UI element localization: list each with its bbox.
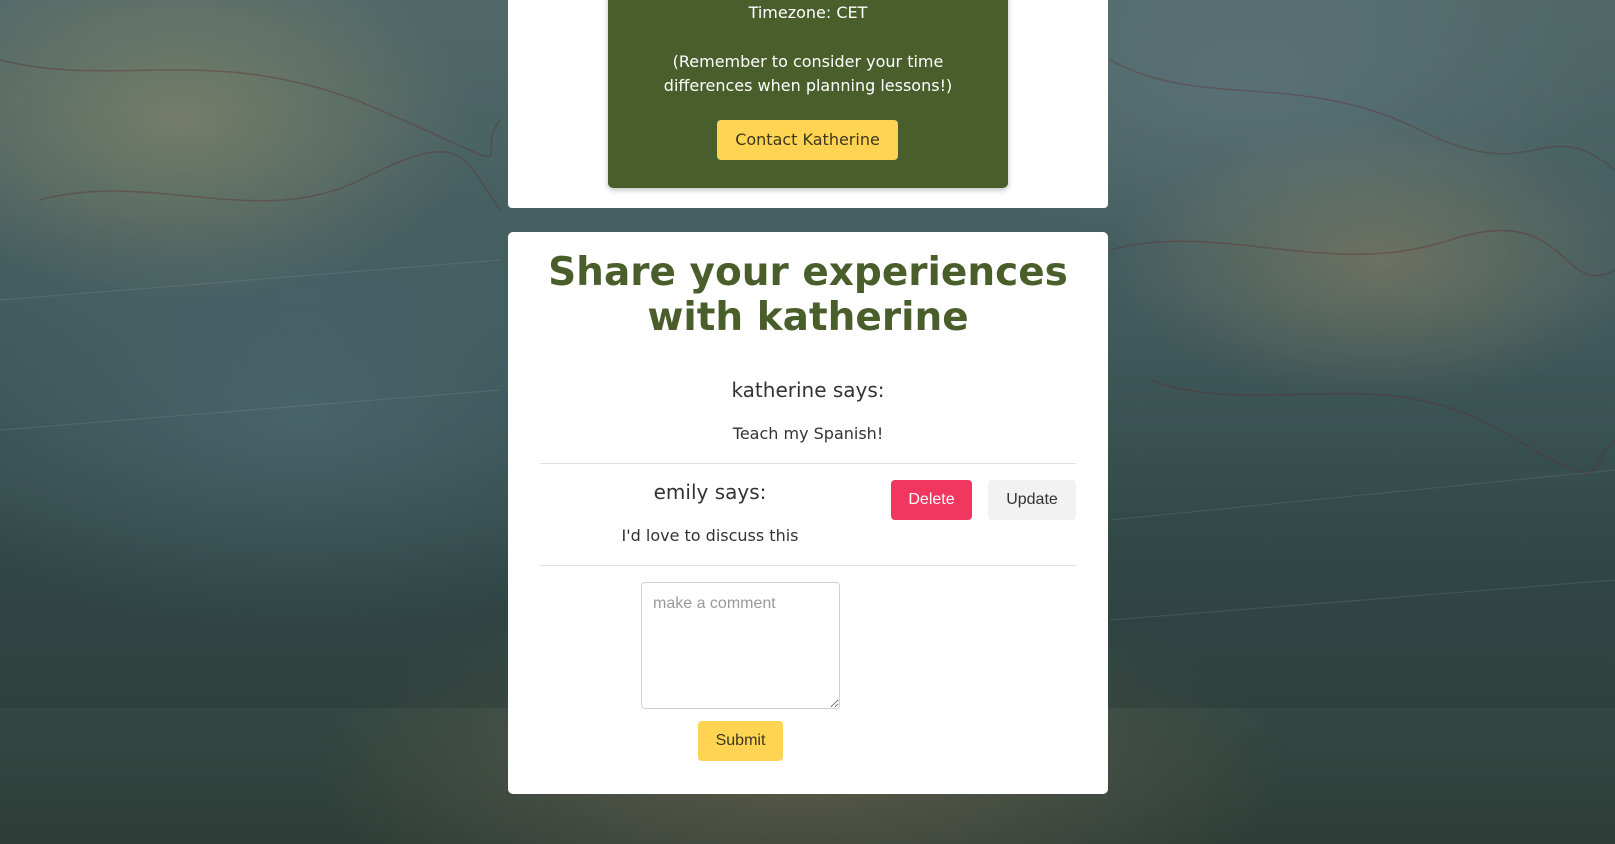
comments-heading: Share your experiences with katherine	[548, 250, 1068, 340]
comment-author: emily says:	[653, 480, 767, 504]
comment-input[interactable]	[641, 582, 840, 709]
update-comment-button[interactable]: Update	[988, 480, 1076, 520]
profile-info-panel: Timezone: CET (Remember to consider your…	[608, 0, 1008, 188]
profile-card: Timezone: CET (Remember to consider your…	[508, 0, 1108, 208]
comment-divider	[540, 565, 1076, 566]
comment-divider	[540, 463, 1076, 464]
comment-text: Teach my Spanish!	[732, 424, 884, 443]
timezone-reminder: (Remember to consider your time differen…	[663, 52, 953, 95]
comment-author: katherine says:	[731, 378, 885, 402]
submit-comment-button[interactable]: Submit	[698, 721, 783, 761]
timezone-text: Timezone: CET	[748, 3, 868, 22]
comments-card: Share your experiences with katherine ka…	[508, 232, 1108, 794]
delete-comment-button[interactable]: Delete	[891, 480, 972, 520]
contact-button[interactable]: Contact Katherine	[717, 120, 898, 160]
comment-text: I'd love to discuss this	[621, 526, 799, 545]
